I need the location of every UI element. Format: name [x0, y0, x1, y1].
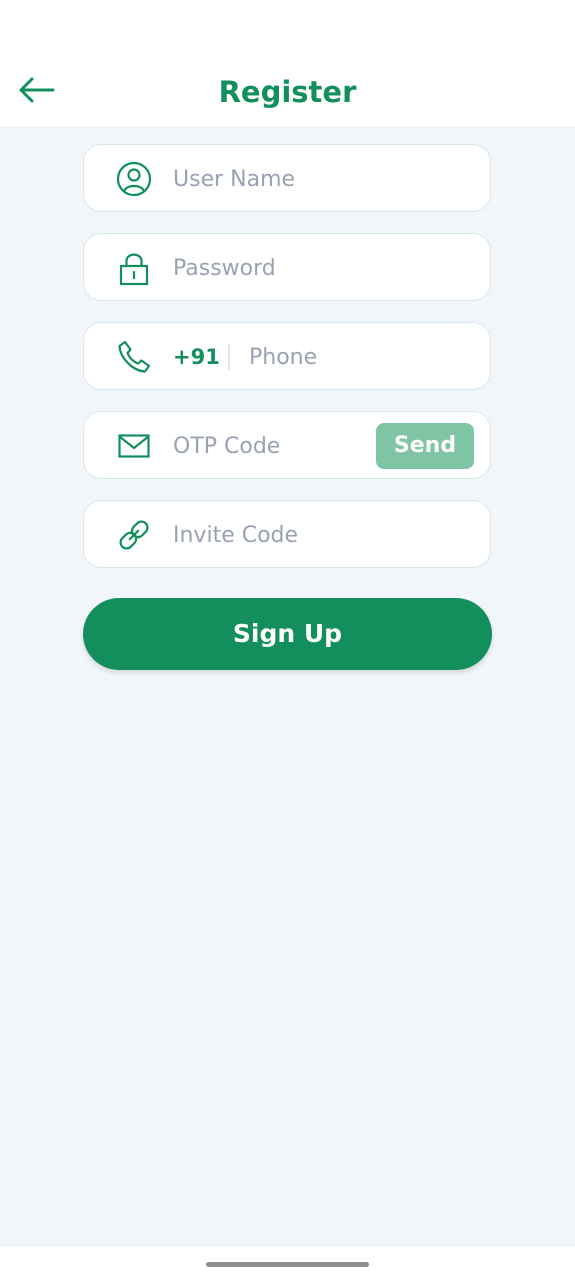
- user-icon: [116, 161, 152, 197]
- lock-icon: [116, 250, 152, 286]
- link-icon: [116, 517, 152, 553]
- page-title: Register: [218, 75, 357, 109]
- phone-input[interactable]: [249, 335, 469, 379]
- send-otp-button[interactable]: Send: [376, 423, 474, 469]
- app-header: Register: [0, 0, 575, 126]
- phone-icon: [116, 339, 152, 375]
- sign-up-button[interactable]: Sign Up: [83, 598, 492, 670]
- otp-field-container: Send: [83, 411, 491, 479]
- mail-icon: [116, 428, 152, 464]
- system-nav-bar: [0, 1247, 575, 1280]
- password-field-container: [83, 233, 491, 301]
- username-input[interactable]: [173, 157, 463, 201]
- username-field-container: [83, 144, 491, 212]
- invite-field-container: [83, 500, 491, 568]
- password-input[interactable]: [173, 246, 463, 290]
- phone-field-container: +91: [83, 322, 491, 390]
- divider: [228, 344, 230, 370]
- invite-code-input[interactable]: [173, 513, 463, 557]
- country-code[interactable]: +91: [173, 335, 220, 379]
- home-indicator[interactable]: [206, 1262, 369, 1267]
- otp-input[interactable]: [173, 424, 368, 468]
